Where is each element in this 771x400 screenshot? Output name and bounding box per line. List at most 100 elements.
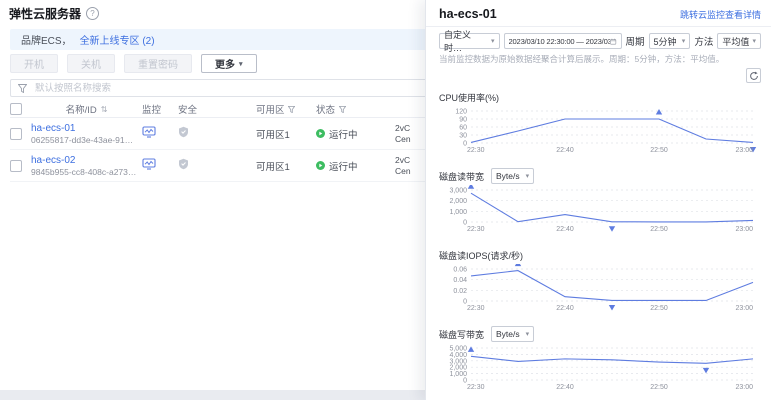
reset-password-button[interactable]: 重置密码 — [124, 54, 192, 73]
help-icon[interactable]: ? — [86, 7, 99, 20]
method-label: 方法 — [694, 34, 713, 48]
svg-text:1,000: 1,000 — [449, 209, 467, 216]
chart-unit-select[interactable]: Byte/s ▾ — [491, 326, 534, 342]
chart-unit-value: Byte/s — [496, 329, 520, 339]
instance-name-link[interactable]: ha-ecs-02 — [31, 155, 142, 166]
column-header-status-label: 状态 — [316, 102, 335, 116]
column-header-name-label: 名称/ID — [66, 102, 97, 116]
row-checkbox[interactable] — [10, 128, 22, 140]
chart-title: 磁盘读带宽 — [439, 170, 484, 183]
svg-text:0.02: 0.02 — [453, 288, 467, 295]
chart-title: 磁盘写带宽 — [439, 328, 484, 341]
drawer-title: ha-ecs-01 — [439, 7, 497, 21]
svg-text:22:30: 22:30 — [467, 305, 485, 312]
svg-text:23:00: 23:00 — [735, 305, 753, 312]
column-header-az-label: 可用区 — [256, 102, 285, 116]
monitoring-drawer: ha-ecs-01 跳转云监控查看详情 自定义时… ▾ 2023/03/10 2… — [425, 0, 771, 400]
svg-text:22:50: 22:50 — [650, 384, 668, 391]
chart-unit-select[interactable]: Byte/s ▾ — [491, 168, 534, 184]
monitor-icon[interactable] — [142, 158, 156, 170]
chart-unit-value: Byte/s — [496, 171, 520, 181]
svg-text:0.04: 0.04 — [453, 277, 467, 284]
method-select-value: 平均值 — [722, 35, 749, 48]
column-header-az[interactable]: 可用区 — [256, 102, 316, 116]
more-button-label: 更多 — [215, 56, 235, 71]
status-badge: 运行中 — [329, 127, 358, 141]
method-select[interactable]: 平均值 ▾ — [717, 33, 761, 49]
action-toolbar: 开机 关机 重置密码 更多 ▾ — [10, 54, 257, 73]
page-title-row: 弹性云服务器 ? — [9, 5, 99, 22]
svg-text:120: 120 — [455, 109, 467, 116]
svg-text:0.06: 0.06 — [453, 267, 467, 274]
page-title: 弹性云服务器 — [9, 5, 81, 22]
svg-text:22:40: 22:40 — [556, 226, 574, 233]
svg-text:3,000: 3,000 — [449, 358, 467, 365]
security-shield-icon[interactable] — [178, 158, 189, 170]
column-header-name[interactable]: 名称/ID ⇅ — [31, 102, 142, 116]
svg-text:22:50: 22:50 — [650, 147, 668, 154]
chart-title: 磁盘读IOPS(请求/秒) — [439, 249, 523, 262]
chevron-down-icon: ▾ — [526, 330, 530, 338]
refresh-row — [426, 65, 771, 83]
refresh-icon — [749, 71, 759, 81]
instance-name-link[interactable]: ha-ecs-01 — [31, 123, 142, 134]
refresh-button[interactable] — [746, 68, 761, 83]
svg-text:22:30: 22:30 — [467, 384, 485, 391]
svg-text:4,000: 4,000 — [449, 352, 467, 359]
time-range-select[interactable]: 自定义时… ▾ — [439, 33, 500, 49]
svg-text:22:40: 22:40 — [556, 147, 574, 154]
select-all-checkbox[interactable] — [10, 103, 22, 115]
view-more-metrics-link[interactable]: 跳转云监控查看详情 — [680, 8, 761, 21]
az-value: 可用区1 — [256, 127, 290, 141]
svg-text:22:40: 22:40 — [556, 305, 574, 312]
svg-text:23:00: 23:00 — [735, 226, 753, 233]
power-on-button[interactable]: 开机 — [10, 54, 58, 73]
az-value: 可用区1 — [256, 159, 290, 173]
chevron-down-icon: ▾ — [239, 60, 243, 68]
chevron-down-icon: ▾ — [752, 37, 756, 45]
chart-block: 磁盘读带宽Byte/s▾01,0002,0003,00022:3022:4022… — [439, 168, 758, 240]
svg-text:90: 90 — [459, 117, 467, 124]
chevron-down-icon: ▾ — [526, 172, 530, 180]
svg-text:23:00: 23:00 — [735, 384, 753, 391]
power-off-button[interactable]: 关机 — [67, 54, 115, 73]
chart-block: CPU使用率(%)030609012022:3022:4022:5023:00 — [439, 89, 758, 161]
period-select[interactable]: 5分钟 ▾ — [649, 33, 691, 49]
security-shield-icon[interactable] — [178, 126, 189, 138]
svg-text:30: 30 — [459, 133, 467, 140]
svg-text:22:50: 22:50 — [650, 226, 668, 233]
instance-id: 06255817-dd3e-43ae-9158-64f2ea9c... — [31, 135, 137, 145]
calendar-icon — [610, 37, 616, 46]
period-select-value: 5分钟 — [654, 35, 677, 48]
monitor-controls: 自定义时… ▾ 2023/03/10 22:30:00 — 2023/03/10… — [426, 27, 771, 49]
svg-text:2,000: 2,000 — [449, 198, 467, 205]
chevron-down-icon: ▾ — [491, 37, 495, 45]
more-button[interactable]: 更多 ▾ — [201, 54, 257, 73]
chart-title: CPU使用率(%) — [439, 91, 499, 104]
filter-funnel-icon[interactable] — [339, 106, 346, 113]
column-header-status[interactable]: 状态 — [316, 102, 395, 116]
sort-icon[interactable]: ⇅ — [101, 105, 108, 114]
datetime-range-input[interactable]: 2023/03/10 22:30:00 — 2023/03/10 23:00:0… — [504, 33, 622, 49]
status-running-icon — [316, 161, 325, 170]
column-header-security: 安全 — [178, 102, 256, 116]
charts: CPU使用率(%)030609012022:3022:4022:5023:00磁… — [426, 83, 771, 400]
chart-canvas: 01,0002,0003,0004,0005,00022:3022:4022:5… — [439, 343, 759, 393]
svg-text:5,000: 5,000 — [449, 346, 467, 353]
svg-text:22:30: 22:30 — [467, 226, 485, 233]
monitor-icon[interactable] — [142, 126, 156, 138]
filter-funnel-icon[interactable] — [288, 106, 295, 113]
chart-block: 磁盘读IOPS(请求/秒)00.020.040.0622:3022:4022:5… — [439, 247, 758, 319]
datetime-range-value: 2023/03/10 22:30:00 — 2023/03/10 23:00:0… — [509, 37, 611, 46]
column-header-security-label: 安全 — [178, 105, 197, 116]
drawer-header: ha-ecs-01 跳转云监控查看详情 — [426, 0, 771, 27]
svg-text:60: 60 — [459, 125, 467, 132]
period-label: 周期 — [626, 34, 645, 48]
svg-text:22:30: 22:30 — [467, 147, 485, 154]
chevron-down-icon: ▾ — [682, 37, 686, 45]
filter-funnel-icon — [18, 84, 27, 93]
banner-link[interactable]: 全新上线专区 (2) — [80, 32, 155, 47]
time-range-select-value: 自定义时… — [444, 28, 488, 54]
row-checkbox[interactable] — [10, 160, 22, 172]
chart-canvas: 030609012022:3022:4022:5023:00 — [439, 106, 759, 156]
